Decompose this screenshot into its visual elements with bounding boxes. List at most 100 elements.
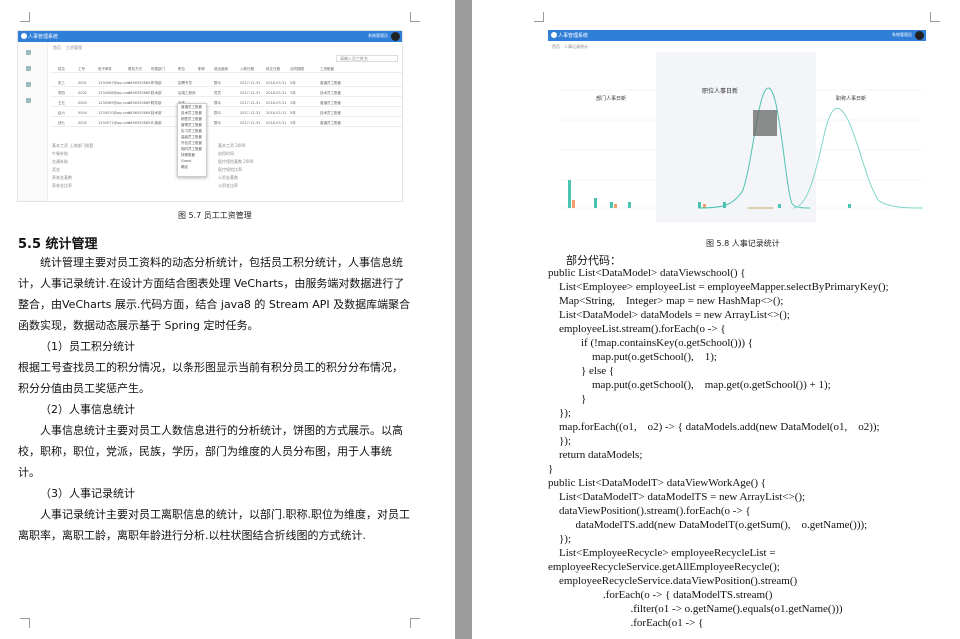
table-row[interactable]: 李四 0002 1234568@qq.com 18565558897 技术部 后端工程师 党… bbox=[50, 89, 402, 97]
detail-field: 医疗保险基数 2000 bbox=[218, 159, 254, 164]
code-line: public List<DataModelT> dataViewWorkAge(… bbox=[548, 477, 767, 489]
table-cell: 0004 bbox=[78, 111, 87, 115]
detail-field: 公积金基数 bbox=[218, 175, 238, 180]
detail-field: 午餐补助 bbox=[52, 151, 68, 156]
table-row[interactable]: 张三 0001 1234567@qq.com 18565558897 市场部 招聘专员 群众… bbox=[50, 79, 402, 87]
table-cell: 群众 bbox=[214, 121, 221, 125]
table-cell: 王五 bbox=[58, 101, 65, 105]
table-cell: 2018-03-31 bbox=[266, 81, 287, 85]
menu-item[interactable]: 确定 bbox=[178, 164, 206, 170]
table-cell: 1234567@qq.com bbox=[98, 81, 131, 85]
detail-field: 公积金比率 bbox=[218, 183, 238, 188]
table-cell: 技术部 bbox=[151, 91, 162, 95]
chart-title-position: 职位人事日新 bbox=[702, 87, 738, 95]
figure-caption: 图 5.8 人事记录统计 bbox=[706, 239, 780, 248]
column-header: 电子邮件 bbox=[98, 67, 112, 71]
code-line: if (!map.containsKey(o.getSchool())) { bbox=[548, 337, 754, 349]
code-listing: public List<DataModel> dataViewschool() … bbox=[548, 266, 928, 630]
code-line: employeeRecycleService.dataViewPosition(… bbox=[548, 575, 798, 587]
column-header: 入职日期 bbox=[240, 67, 254, 71]
table-cell: 技术员工账套 bbox=[320, 91, 341, 95]
table-cell: 技术部 bbox=[151, 111, 162, 115]
crop-mark bbox=[410, 12, 420, 22]
table-cell: 18565558897 bbox=[128, 91, 153, 95]
code-line: map.put(o.getSchool(), 1); bbox=[548, 351, 717, 363]
table-cell: 钱七 bbox=[58, 121, 65, 125]
table-cell: 普通员工账套 bbox=[320, 101, 341, 105]
table-cell: 招聘专员 bbox=[178, 81, 192, 85]
code-line: Map<String, Integer> map = new HashMap<>… bbox=[548, 295, 784, 307]
user-icon bbox=[26, 66, 31, 71]
section-body: 统计管理主要对员工资料的动态分析统计，包括员工积分统计，人事信息统计，人事记录统… bbox=[18, 252, 412, 546]
column-header: 职称 bbox=[198, 67, 205, 71]
avatar bbox=[391, 32, 400, 41]
app-logo bbox=[21, 33, 27, 39]
paragraph: 人事信息统计主要对员工人数信息进行的分析统计，饼图的方式展示。以高校，职称，职位… bbox=[18, 424, 403, 479]
table-cell: 人事部 bbox=[151, 121, 162, 125]
code-line: dataViewPosition().stream().forEach(o ->… bbox=[548, 505, 751, 517]
right-page: 人事管理系统 系统管理员 首页 人事记录统计 部门人事日新 职位人事日新 职称人… bbox=[472, 0, 960, 639]
table-cell: 技术员工账套 bbox=[320, 111, 341, 115]
detail-field: 基本工资 2000 bbox=[218, 143, 246, 148]
detail-field: 养老金基数 bbox=[52, 175, 72, 180]
crop-mark bbox=[930, 12, 940, 22]
column-header: 转正日期 bbox=[266, 67, 280, 71]
code-line: List<DataModel> dataModels = new ArrayLi… bbox=[548, 309, 790, 321]
code-line: dataModelTS.add(new DataModelT(o.getSum(… bbox=[548, 519, 868, 531]
paragraph: （1）员工积分统计 bbox=[40, 340, 135, 353]
figure-5-8-screenshot: 人事管理系统 系统管理员 首页 人事记录统计 部门人事日新 职位人事日新 职称人… bbox=[548, 30, 926, 225]
breadcrumb-current: 工资管理 bbox=[66, 45, 82, 50]
code-line: }); bbox=[548, 407, 571, 419]
wallet-icon bbox=[26, 82, 31, 87]
figure-5-7-screenshot: 人事管理系统 系统管理员 首页 工资管理 请输入员工姓名 姓名 工号 电子邮件 联系方… bbox=[17, 30, 403, 202]
paragraph: （2）人事信息统计 bbox=[40, 403, 135, 416]
table-cell: 2017-12-31 bbox=[240, 111, 261, 115]
code-line: .filter(o1 -> o.getName().equals(o1.getN… bbox=[548, 603, 843, 615]
crop-mark bbox=[20, 618, 30, 628]
table-cell: 18565558897 bbox=[128, 81, 153, 85]
salary-dropdown-menu[interactable]: 普通员工账套 技术员工账套 销售员工账套 管理员工账套 实习员工账套 高级员工账套 外包员工… bbox=[177, 103, 207, 177]
code-line: } else { bbox=[548, 365, 615, 377]
paragraph: 人事记录统计主要对员工离职信息的统计，以部门.职称.职位为维度，对员工离职率，离… bbox=[18, 508, 410, 542]
column-header: 工号 bbox=[78, 67, 85, 71]
table-cell: 5年 bbox=[290, 81, 296, 85]
table-cell: 18565558897 bbox=[128, 121, 153, 125]
paragraph: 根据工号查找员工的积分情况，以条形图显示当前有积分员工的积分分布情况，积分分值由… bbox=[18, 361, 403, 395]
detail-field: 养老金比率 bbox=[52, 183, 72, 188]
table-cell: 后端工程师 bbox=[178, 91, 196, 95]
chart-title-title: 职称人事日新 bbox=[836, 95, 866, 102]
code-line: List<Employee> employeeList = employeeMa… bbox=[548, 281, 889, 293]
table-row[interactable]: 王五00031234569@qq.com18565558897财务部出纳群众20… bbox=[50, 99, 402, 107]
chart-icon bbox=[26, 98, 31, 103]
search-input[interactable]: 请输入员工姓名 bbox=[336, 55, 398, 62]
paragraph: （3）人事记录统计 bbox=[40, 487, 135, 500]
table-cell: 3年 bbox=[290, 91, 296, 95]
column-header: 姓名 bbox=[58, 67, 65, 71]
left-page: 人事管理系统 系统管理员 首页 工资管理 请输入员工姓名 姓名 工号 电子邮件 联系方… bbox=[0, 0, 455, 639]
table-cell: 普通员工账套 bbox=[320, 121, 341, 125]
table-cell: 群众 bbox=[214, 101, 221, 105]
table-cell: 1234569@qq.com bbox=[98, 101, 131, 105]
statistics-charts: 部门人事日新 职位人事日新 职称人事日新 bbox=[560, 52, 924, 222]
table-cell: 2017-12-31 bbox=[240, 101, 261, 105]
code-line: .forEach(o -> { dataModelTS.stream() bbox=[548, 589, 773, 601]
popup-card bbox=[656, 52, 816, 222]
home-icon bbox=[26, 50, 31, 55]
tooltip bbox=[753, 110, 777, 136]
column-header: 政治面貌 bbox=[214, 67, 228, 71]
table-cell: 2018-03-31 bbox=[266, 111, 287, 115]
table-row[interactable]: 赵六00041234570@qq.com18565558897技术部前端工程师群… bbox=[50, 109, 402, 117]
table-cell: 财务部 bbox=[151, 101, 162, 105]
table-cell: 市场部 bbox=[151, 81, 162, 85]
code-line: List<DataModelT> dataModelTS = new Array… bbox=[548, 491, 806, 503]
detail-field: 交通补助 bbox=[52, 159, 68, 164]
table-row[interactable]: 钱七00051234571@qq.com18565558897人事部人事专员群众… bbox=[50, 119, 402, 127]
crop-mark bbox=[20, 12, 30, 22]
detail-field: 奖金 bbox=[52, 167, 60, 172]
app-header: 人事管理系统 系统管理员 bbox=[18, 31, 402, 42]
table-cell: 1234571@qq.com bbox=[98, 121, 131, 125]
table-cell: 2017-12-31 bbox=[240, 81, 261, 85]
column-header: 联系方式 bbox=[128, 67, 142, 71]
column-header: 合同期限 bbox=[290, 67, 304, 71]
table-cell: 2017-12-31 bbox=[240, 121, 261, 125]
